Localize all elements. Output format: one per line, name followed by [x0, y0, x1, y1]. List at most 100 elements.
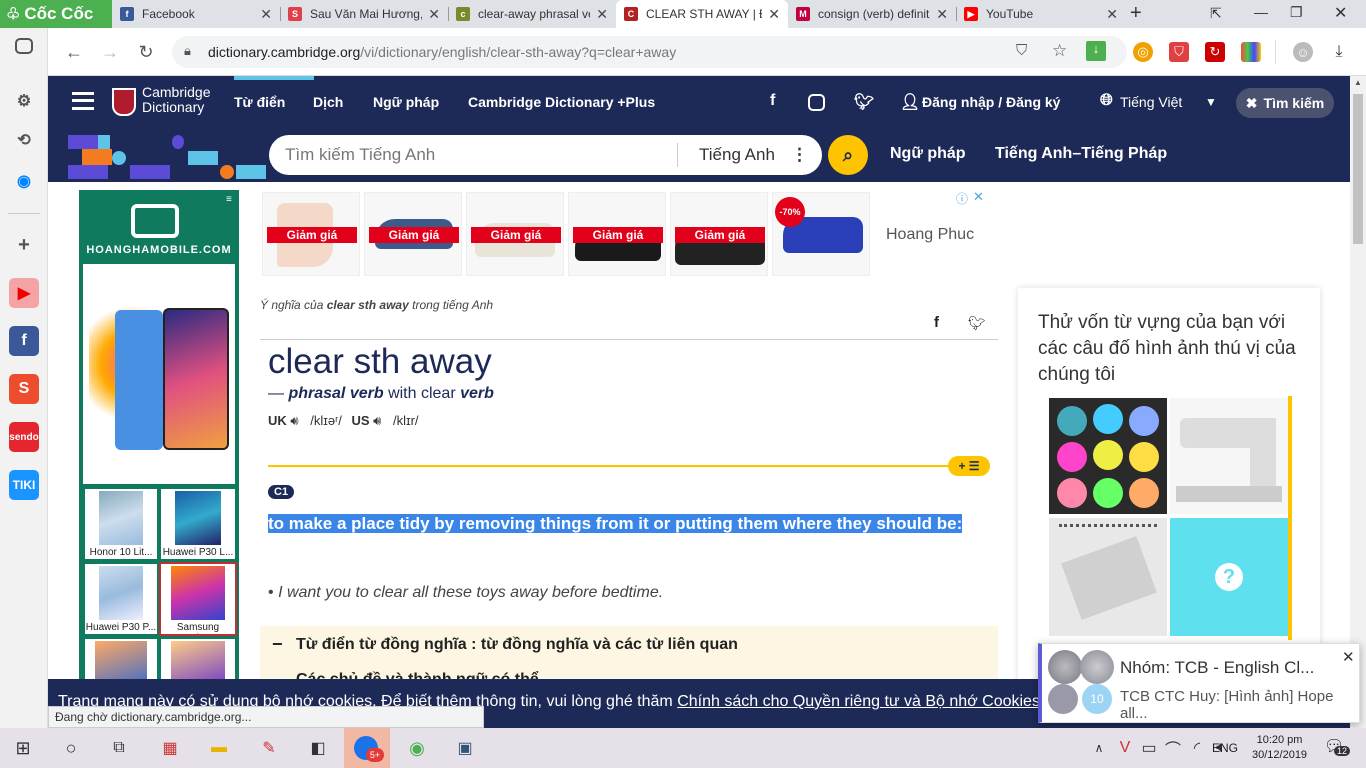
paint-app-icon[interactable]: ✎ [254, 734, 284, 762]
close-icon[interactable]: ✕ [1342, 648, 1355, 666]
add-shortcut-icon[interactable]: + [9, 230, 39, 260]
facebook-icon[interactable]: f [770, 92, 775, 110]
close-icon[interactable]: ✕ [936, 6, 948, 23]
hamburger-menu-icon[interactable] [72, 92, 94, 110]
tab-youtube[interactable]: ▶ YouTube ✕ [956, 0, 1126, 28]
tab-list-icon[interactable]: ⇱ [1210, 5, 1222, 22]
tab-sau-van-mai-huong[interactable]: S Sau Văn Mai Hương, ... ✕ [280, 0, 448, 28]
quiz-image-paints[interactable] [1049, 398, 1167, 514]
task-view-icon[interactable]: ⧉ [104, 734, 134, 762]
nav-plus[interactable]: Cambridge Dictionary +Plus [468, 94, 655, 110]
search-language-select[interactable]: Tiếng Anh [699, 145, 775, 165]
forward-arrow-icon[interactable]: → [96, 38, 124, 66]
phone-item-honor[interactable]: Honor 10 Lit... [83, 487, 159, 561]
youtube-shortcut-icon[interactable]: ▶ [9, 278, 39, 308]
phone-item-huawei-lite[interactable]: Huawei P30 L... [159, 487, 237, 561]
language-select[interactable]: Tiếng Việt [1120, 94, 1182, 110]
search-circle-icon[interactable]: ○ [56, 734, 86, 762]
red-extension-icon[interactable]: ↻ [1205, 42, 1225, 62]
color-grid-extension-icon[interactable] [1241, 42, 1261, 62]
messenger-icon[interactable]: ◉ [9, 166, 39, 196]
app-icon[interactable]: ▦ [155, 734, 185, 762]
address-bar[interactable]: 🔒︎ dictionary.cambridge.org/vi/dictionar… [172, 36, 1127, 68]
cookie-policy-link[interactable]: Chính sách cho Quyền riêng tư và Bộ nhớ … [677, 693, 1040, 710]
site-logo[interactable]: Cambridge Dictionary [142, 85, 210, 115]
phone-store-ad[interactable]: ≡ HOANGHAMOBILE.COM Honor 10 Lit... Huaw… [79, 190, 239, 728]
shoe-ad-item[interactable]: Giảm giá [568, 192, 666, 276]
clock[interactable]: 10:20 pm 30/12/2019 [1252, 733, 1307, 763]
quiz-unknown-tile[interactable]: ? [1170, 518, 1288, 636]
sticky-app-icon[interactable]: ◧ [303, 734, 333, 762]
close-icon[interactable]: ✕ [768, 6, 780, 23]
adblock-shield-icon[interactable]: ⛉ [1169, 42, 1189, 62]
ad-info-icon[interactable]: ⓘ [956, 190, 968, 207]
search-input[interactable]: Tìm kiếm Tiếng Anh Tiếng Anh ⋮ [269, 135, 822, 175]
shoe-ad-item[interactable]: Giảm giá [262, 192, 360, 276]
sendo-shortcut-icon[interactable]: sendo [9, 422, 39, 452]
instagram-icon[interactable] [808, 94, 825, 111]
tab-clear-away[interactable]: c clear-away phrasal ve... ✕ [448, 0, 616, 28]
minimize-button[interactable]: — [1254, 4, 1268, 20]
shoe-ad-item[interactable]: Giảm giá [670, 192, 768, 276]
nav-translate[interactable]: Dịch [313, 94, 343, 110]
us-audio-icon[interactable]: 🔊︎ [373, 413, 381, 428]
share-twitter-icon[interactable]: 🐦︎ [968, 315, 986, 332]
coccoc-menu-button[interactable]: ♧ Cốc Cốc [0, 0, 112, 28]
windows-start-icon[interactable]: ⊞ [8, 734, 38, 762]
shield-icon[interactable]: ⛉ [1016, 42, 1027, 59]
file-explorer-icon[interactable]: ▬ [204, 734, 234, 762]
zalo-app-icon[interactable]: 5+ [344, 728, 390, 768]
uk-audio-icon[interactable]: 🔊︎ [290, 413, 298, 428]
profile-avatar[interactable]: ☺ [1293, 42, 1313, 62]
phone-item-samsung[interactable]: Samsung Gala... [159, 562, 237, 636]
quiz-image-sewing-machine[interactable] [1170, 398, 1288, 514]
reload-icon[interactable]: ↻ [132, 38, 160, 66]
scrollbar-thumb[interactable] [1353, 94, 1363, 244]
ad-close-icon[interactable]: ✕ [973, 189, 984, 205]
maximize-button[interactable]: ❐ [1290, 4, 1303, 21]
facebook-shortcut-icon[interactable]: f [9, 326, 39, 356]
chat-notification[interactable]: 10 Nhóm: TCB - English Cl... TCB CTC Huy… [1038, 643, 1360, 723]
subnav-grammar[interactable]: Ngữ pháp [890, 145, 966, 163]
page-scrollbar[interactable]: ▲ [1350, 76, 1366, 728]
chrome-extension-icon[interactable]: ◎ [1133, 42, 1153, 62]
tab-clear-sth-away[interactable]: C CLEAR STH AWAY | Đ... ✕ [616, 0, 788, 28]
login-link[interactable]: Đăng nhập / Đăng ký [922, 94, 1060, 110]
close-icon[interactable]: ✕ [1106, 6, 1118, 23]
twitter-icon[interactable]: 🐦︎ [854, 92, 874, 112]
tiki-shortcut-icon[interactable]: TIKI [9, 470, 39, 500]
shopee-shortcut-icon[interactable]: S [9, 374, 39, 404]
add-to-wordlist-button[interactable]: + ☰ [948, 456, 990, 476]
collapse-icon[interactable]: − [272, 634, 283, 655]
subnav-english-french[interactable]: Tiếng Anh–Tiếng Pháp [995, 145, 1167, 163]
shoe-ad-item[interactable]: Giảm giá [466, 192, 564, 276]
tab-consign[interactable]: M consign (verb) definit... ✕ [788, 0, 956, 28]
sidebar-toggle-icon[interactable] [15, 38, 33, 54]
new-tab-button[interactable]: + [1130, 2, 1142, 25]
back-arrow-icon[interactable]: ← [60, 38, 88, 66]
scroll-up-icon[interactable]: ▲ [1354, 78, 1362, 87]
coccoc-app-icon[interactable]: ◉ [402, 734, 432, 762]
search-toggle-button[interactable]: ✖ Tìm kiếm [1236, 88, 1334, 118]
input-language[interactable]: ENG [1212, 741, 1238, 755]
search-button[interactable]: ⌕ [828, 135, 868, 175]
shoe-ad-item[interactable]: -70% [772, 192, 870, 276]
ad-brand[interactable]: Hoang Phuc [886, 226, 974, 244]
nav-dictionary[interactable]: Từ điển [234, 94, 285, 110]
ad-choices-icon[interactable]: ≡ [226, 194, 232, 205]
downloads-icon[interactable]: ⤓ [1329, 42, 1349, 62]
settings-gear-icon[interactable]: ⚙ [9, 86, 39, 116]
shoe-ad-item[interactable]: Giảm giá [364, 192, 462, 276]
tab-facebook[interactable]: f Facebook ✕ [112, 0, 280, 28]
more-options-icon[interactable]: ⋮ [791, 145, 808, 165]
bookmark-star-icon[interactable]: ☆ [1052, 41, 1067, 61]
close-icon[interactable]: ✕ [260, 6, 272, 23]
history-icon[interactable]: ⟲ [9, 125, 39, 155]
nav-grammar[interactable]: Ngữ pháp [373, 94, 439, 110]
window-close-button[interactable]: ✕ [1334, 3, 1347, 23]
phone-item-huawei-pro[interactable]: Huawei P30 P... [83, 562, 159, 636]
quiz-image-sketchbook[interactable] [1049, 518, 1167, 636]
close-icon[interactable]: ✕ [596, 6, 608, 23]
share-facebook-icon[interactable]: f [934, 314, 939, 331]
close-icon[interactable]: ✕ [428, 6, 440, 23]
